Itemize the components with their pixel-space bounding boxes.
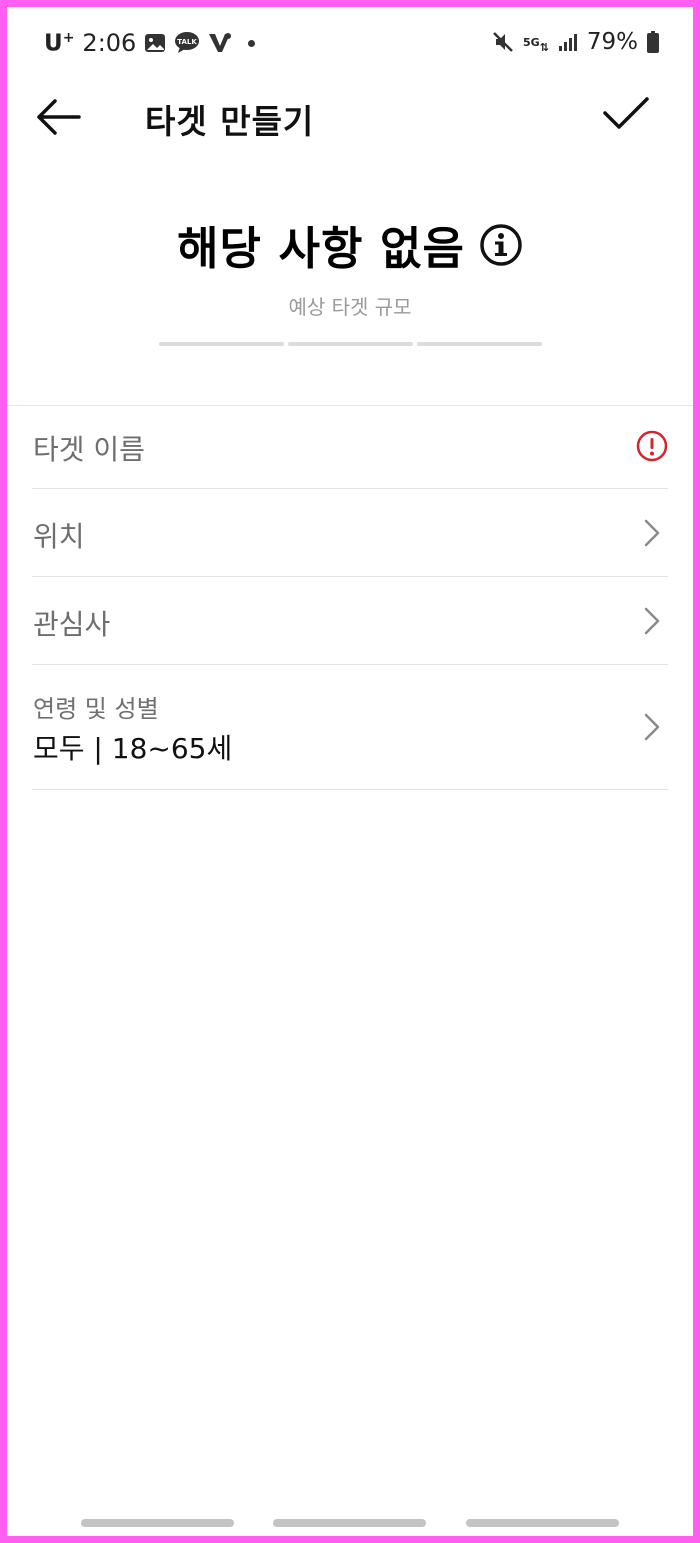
confirm-button[interactable] (601, 91, 653, 139)
age-gender-label: 연령 및 성별 (33, 695, 159, 723)
battery-icon (647, 31, 659, 53)
system-nav-bar (7, 1517, 693, 1533)
estimate-meter-segment (288, 342, 413, 346)
network-5g-icon: 5G ⇅ (522, 35, 549, 54)
status-left: U+ 2:06 TALK (44, 29, 256, 57)
nav-back-button[interactable] (466, 1519, 619, 1527)
estimate-value: 해당 사항 없음 (177, 222, 465, 275)
chevron-right-icon (644, 713, 660, 741)
carrier-label: U+ (44, 30, 74, 57)
estimate-meter-segment (417, 342, 542, 346)
estimate-meter (159, 342, 542, 346)
age-gender-row[interactable]: 연령 및 성별 모두 | 18~65세 (32, 665, 668, 790)
v-app-icon (208, 32, 232, 54)
carrier-sup: + (62, 29, 75, 46)
chevron-right-icon (644, 607, 660, 635)
arrow-left-icon (37, 99, 81, 135)
status-bar: U+ 2:06 TALK 5G ⇅ 79% (7, 7, 693, 69)
error-icon (636, 430, 668, 462)
estimate-value-row: 해당 사항 없음 (7, 212, 693, 277)
back-button[interactable] (33, 95, 83, 139)
battery-percent: 79% (586, 29, 638, 55)
notification-dot (248, 39, 256, 47)
network-label: 5G (522, 35, 540, 49)
status-time: 2:06 (82, 29, 137, 57)
interests-row[interactable]: 관심사 (32, 577, 668, 665)
carrier-text: U (44, 30, 63, 57)
info-icon[interactable] (479, 223, 523, 267)
row-divider (32, 789, 668, 790)
estimate-meter-segment (159, 342, 284, 346)
page-title: 타겟 만들기 (145, 102, 315, 141)
interests-label: 관심사 (33, 608, 111, 641)
mute-icon (492, 31, 514, 53)
signal-icon (558, 32, 578, 52)
talk-text: TALK (178, 38, 198, 46)
chevron-right-icon (644, 519, 660, 547)
gallery-icon (144, 33, 166, 53)
checkmark-icon (603, 97, 649, 129)
kakaotalk-icon: TALK (174, 31, 200, 55)
estimate-label: 예상 타겟 규모 (288, 295, 412, 319)
nav-recents-button[interactable] (81, 1519, 234, 1527)
screen: U+ 2:06 TALK 5G ⇅ 79% 타겟 만들기 해당 사항 없음 예상… (7, 7, 693, 1536)
app-header: 타겟 만들기 (7, 77, 693, 157)
status-right: 5G ⇅ 79% (492, 29, 659, 55)
location-row[interactable]: 위치 (32, 489, 668, 577)
target-name-row[interactable]: 타겟 이름 (32, 406, 668, 489)
location-label: 위치 (33, 520, 85, 553)
estimate-section: 해당 사항 없음 예상 타겟 규모 (7, 212, 693, 346)
nav-home-button[interactable] (273, 1519, 426, 1527)
age-gender-value: 모두 | 18~65세 (33, 732, 233, 765)
target-name-label: 타겟 이름 (33, 433, 145, 466)
